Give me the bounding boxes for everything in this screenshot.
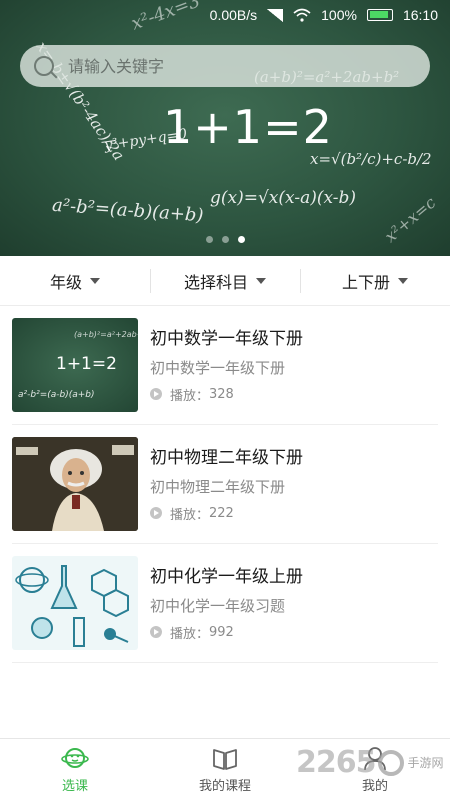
caret-down-icon (90, 277, 100, 284)
watermark-number: 2265 (296, 745, 376, 780)
course-title: 初中数学一年级下册 (150, 328, 303, 349)
filter-volume-label: 上下册 (341, 272, 390, 292)
play-icon (150, 626, 162, 638)
battery-percent: 100% (321, 7, 357, 23)
open-book-icon (213, 749, 237, 770)
clock: 16:10 (402, 7, 438, 23)
caret-down-icon (398, 277, 408, 284)
course-title: 初中化学一年级上册 (150, 566, 303, 587)
wifi-icon (293, 8, 311, 22)
course-subtitle: 初中化学一年级习题 (150, 596, 286, 615)
search-bar[interactable] (20, 45, 430, 87)
caret-down-icon (256, 277, 266, 284)
watermark-logo: 2265 手游网 (296, 745, 444, 780)
planet-smile-icon (61, 748, 89, 768)
tab-my-courses[interactable]: 我的课程 (150, 739, 300, 800)
search-icon (34, 56, 54, 76)
carousel-indicator (206, 236, 245, 243)
play-count-value: 328 (209, 386, 234, 402)
watermark-ring-icon (377, 749, 404, 776)
course-thumbnail-math: 1+1=2 a²-b²=(a-b)(a+b) (a+b)²=a²+2ab+b² (12, 318, 138, 412)
battery-icon (366, 9, 393, 21)
scientist-portrait-icon (12, 437, 138, 531)
network-speed: 0.00B/s (209, 7, 258, 23)
play-count-label: 播放： (170, 388, 210, 404)
banner-main-equation: 1+1=2 (163, 100, 333, 154)
course-info: 初中物理二年级下册 初中物理二年级下册 播放： 222 (150, 437, 303, 531)
filter-bar: 年级 选择科目 上下册 (0, 256, 450, 306)
course-info: 初中化学一年级上册 初中化学一年级习题 播放： 992 (150, 556, 303, 650)
banner-formula-gx: g(x)=√x(x-a)(x-b) (210, 188, 357, 208)
course-list: 1+1=2 a²-b²=(a-b)(a+b) (a+b)²=a²+2ab+b² … (12, 306, 438, 663)
play-icon (150, 507, 162, 519)
course-play-count: 播放： 222 (150, 504, 303, 523)
play-count-label: 播放： (170, 626, 210, 642)
course-thumbnail-chemistry (12, 556, 138, 650)
thumb-equation: 1+1=2 (56, 354, 117, 374)
filter-subject[interactable]: 选择科目 (150, 256, 300, 305)
banner-formula-difference: a²-b²=(a-b)(a+b) (51, 194, 205, 227)
thumb-formula: (a+b)²=a²+2ab+b² (74, 330, 138, 339)
course-item[interactable]: 初中化学一年级上册 初中化学一年级习题 播放： 992 (12, 544, 438, 663)
thumb-formula: a²-b²=(a-b)(a+b) (18, 390, 95, 400)
course-thumbnail-physics (12, 437, 138, 531)
banner-decor-formula: x²+x=c (380, 192, 440, 247)
banner-carousel[interactable]: x=-b±√(b²-4ac)/2a (a+b)²=a²+2ab+b² y³+py… (0, 0, 450, 256)
course-info: 初中数学一年级下册 初中数学一年级下册 播放： 328 (150, 318, 303, 412)
carousel-dot[interactable] (222, 236, 229, 243)
search-input[interactable] (68, 56, 398, 76)
play-count-value: 222 (209, 505, 234, 521)
course-title: 初中物理二年级下册 (150, 447, 303, 468)
course-subtitle: 初中数学一年级下册 (150, 358, 286, 377)
status-bar: 0.00B/s 100% 16:10 (0, 0, 450, 30)
course-item[interactable]: 初中物理二年级下册 初中物理二年级下册 播放： 222 (12, 425, 438, 544)
play-count-value: 992 (209, 624, 234, 640)
filter-subject-label: 选择科目 (183, 272, 248, 292)
carousel-dot-active[interactable] (238, 236, 245, 243)
tab-select-course[interactable]: 选课 (0, 739, 150, 800)
signal-icon (267, 8, 284, 22)
chemistry-doodles-icon (15, 565, 129, 647)
play-count-label: 播放： (170, 507, 210, 523)
filter-grade[interactable]: 年级 (0, 256, 150, 305)
tab-select-course-label: 选课 (61, 779, 88, 794)
carousel-dot[interactable] (206, 236, 213, 243)
watermark-text: 手游网 (407, 756, 444, 770)
filter-volume[interactable]: 上下册 (300, 256, 450, 305)
filter-grade-label: 年级 (49, 272, 82, 292)
course-item[interactable]: 1+1=2 a²-b²=(a-b)(a+b) (a+b)²=a²+2ab+b² … (12, 306, 438, 425)
course-subtitle: 初中物理二年级下册 (150, 477, 286, 496)
tab-my-courses-label: 我的课程 (198, 779, 251, 794)
course-play-count: 播放： 328 (150, 385, 303, 404)
course-play-count: 播放： 992 (150, 623, 303, 642)
play-icon (150, 388, 162, 400)
